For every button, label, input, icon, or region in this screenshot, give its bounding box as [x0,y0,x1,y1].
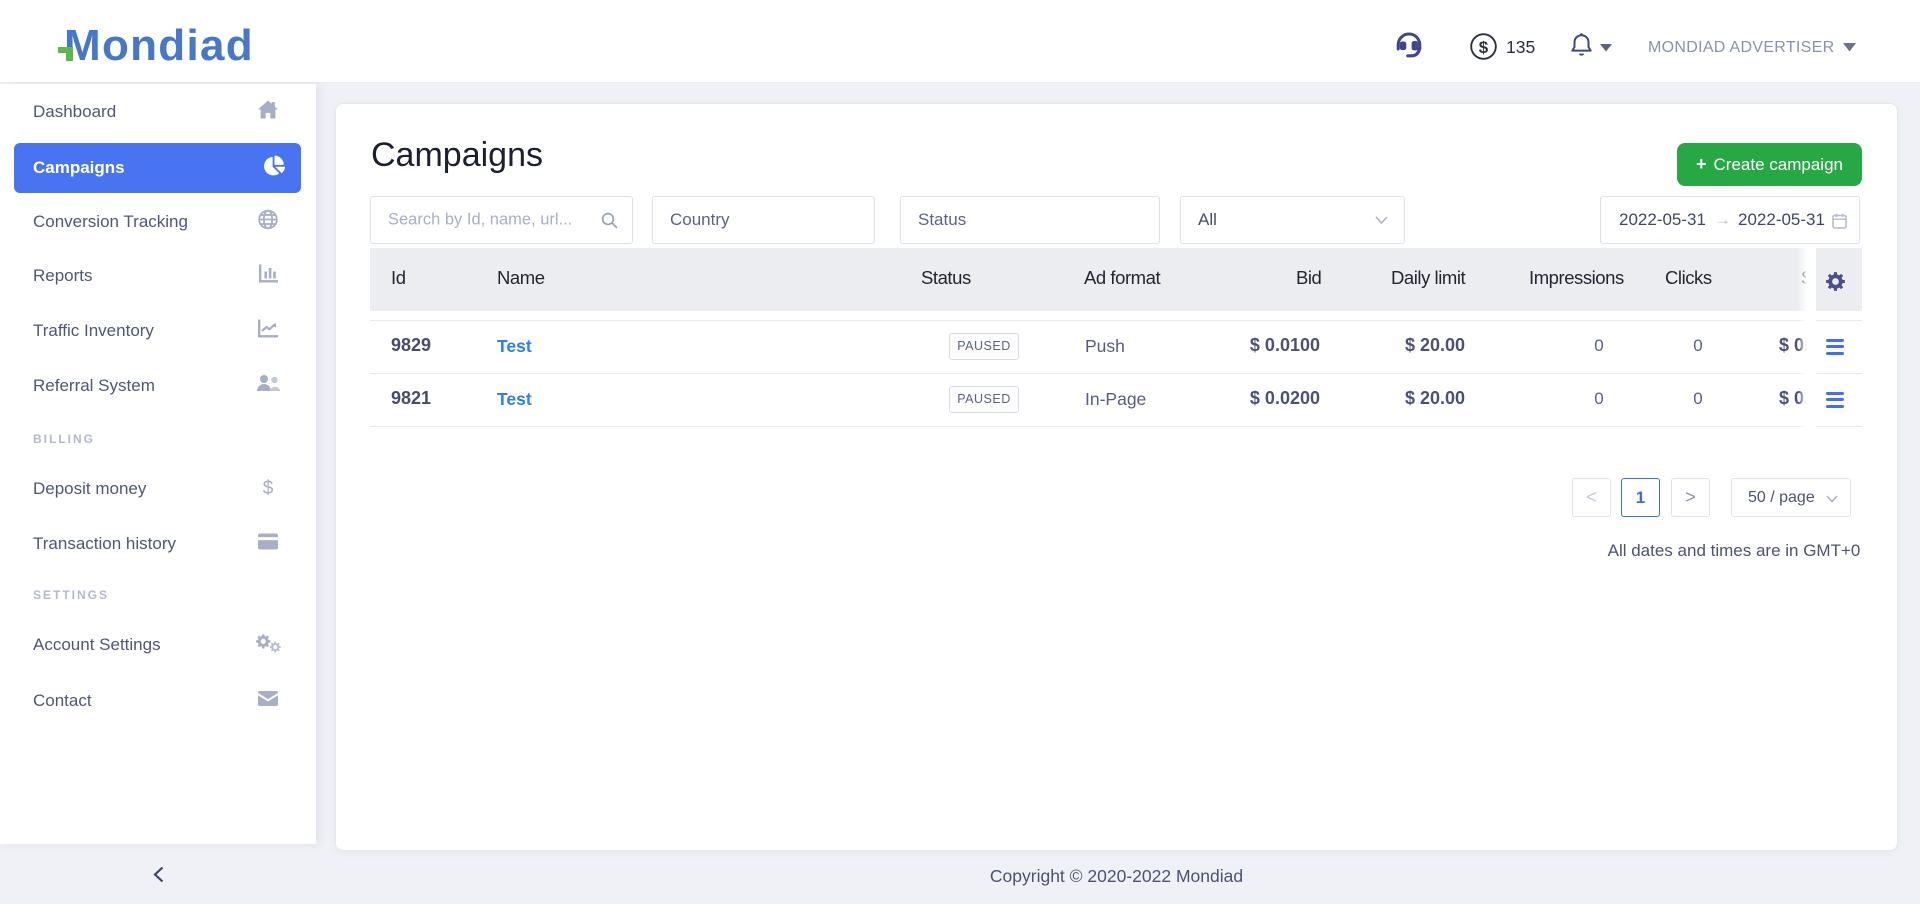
svg-text:$: $ [1479,38,1489,57]
